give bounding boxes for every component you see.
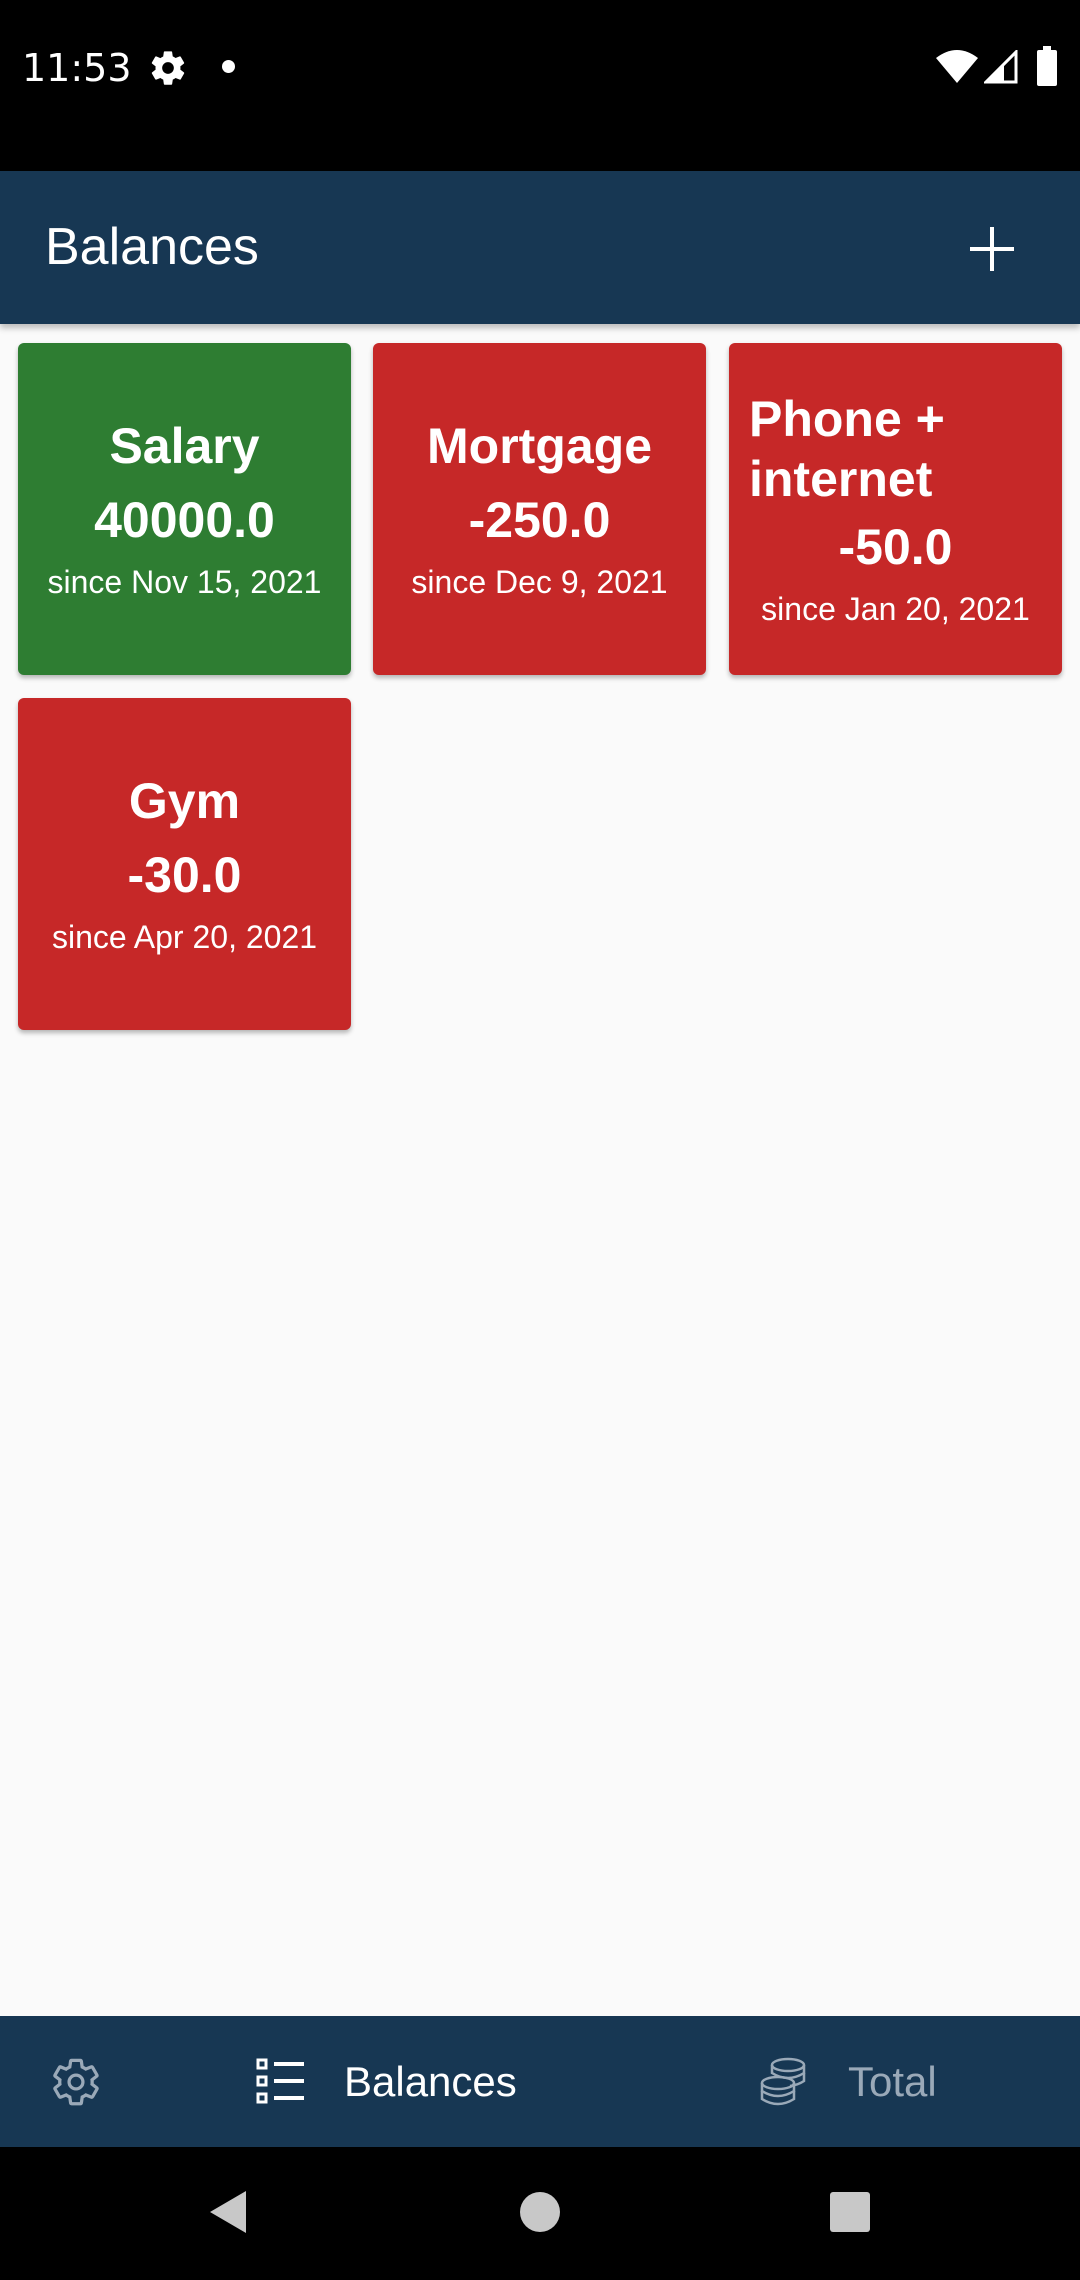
wifi-icon xyxy=(936,50,978,83)
list-icon xyxy=(256,2058,304,2104)
system-nav-bar xyxy=(0,2147,1080,2280)
status-bar: 11:53 xyxy=(0,0,1080,171)
add-balance-button[interactable] xyxy=(952,209,1032,289)
balance-amount: -30.0 xyxy=(127,847,242,903)
balance-card-salary[interactable]: Salary 40000.0 since Nov 15, 2021 xyxy=(18,343,351,675)
settings-status-icon xyxy=(151,51,185,85)
nav-settings-button[interactable] xyxy=(40,2046,112,2118)
balance-card-phone-internet[interactable]: Phone + internet -50.0 since Jan 20, 202… xyxy=(729,343,1062,675)
coins-icon xyxy=(760,2057,806,2106)
bottom-nav: Balances Total xyxy=(0,2016,1080,2147)
balance-name: Mortgage xyxy=(427,418,652,474)
signal-icon xyxy=(984,50,1018,84)
nav-balances-label: Balances xyxy=(344,2058,517,2105)
nav-total-label: Total xyxy=(848,2058,937,2105)
balance-amount: -250.0 xyxy=(468,492,611,548)
balance-since: since Jan 20, 2021 xyxy=(761,591,1030,627)
balance-since: since Apr 20, 2021 xyxy=(51,919,318,955)
status-time: 11:53 xyxy=(22,46,132,90)
balance-name: Phone + internet xyxy=(749,391,945,507)
balance-since: since Dec 9, 2021 xyxy=(411,564,668,600)
balance-since: since Nov 15, 2021 xyxy=(47,564,322,600)
balance-name: Gym xyxy=(128,773,241,829)
nav-balances-tab[interactable]: Balances xyxy=(240,2016,570,2147)
balance-card-gym[interactable]: Gym -30.0 since Apr 20, 2021 xyxy=(18,698,351,1030)
plus-icon xyxy=(970,227,1014,271)
notification-dot xyxy=(222,60,235,73)
page-title: Balances xyxy=(45,218,259,276)
recents-icon[interactable] xyxy=(815,2177,885,2247)
balance-amount: 40000.0 xyxy=(94,492,275,548)
home-icon[interactable] xyxy=(505,2177,575,2247)
balance-amount: -50.0 xyxy=(838,519,953,575)
app-bar: Balances xyxy=(0,171,1080,324)
gear-icon xyxy=(53,2058,99,2106)
battery-icon xyxy=(1037,46,1057,86)
balance-card-mortgage[interactable]: Mortgage -250.0 since Dec 9, 2021 xyxy=(373,343,706,675)
back-icon[interactable] xyxy=(200,2177,270,2247)
balance-name: Salary xyxy=(109,418,260,474)
nav-total-tab[interactable]: Total xyxy=(740,2016,980,2147)
